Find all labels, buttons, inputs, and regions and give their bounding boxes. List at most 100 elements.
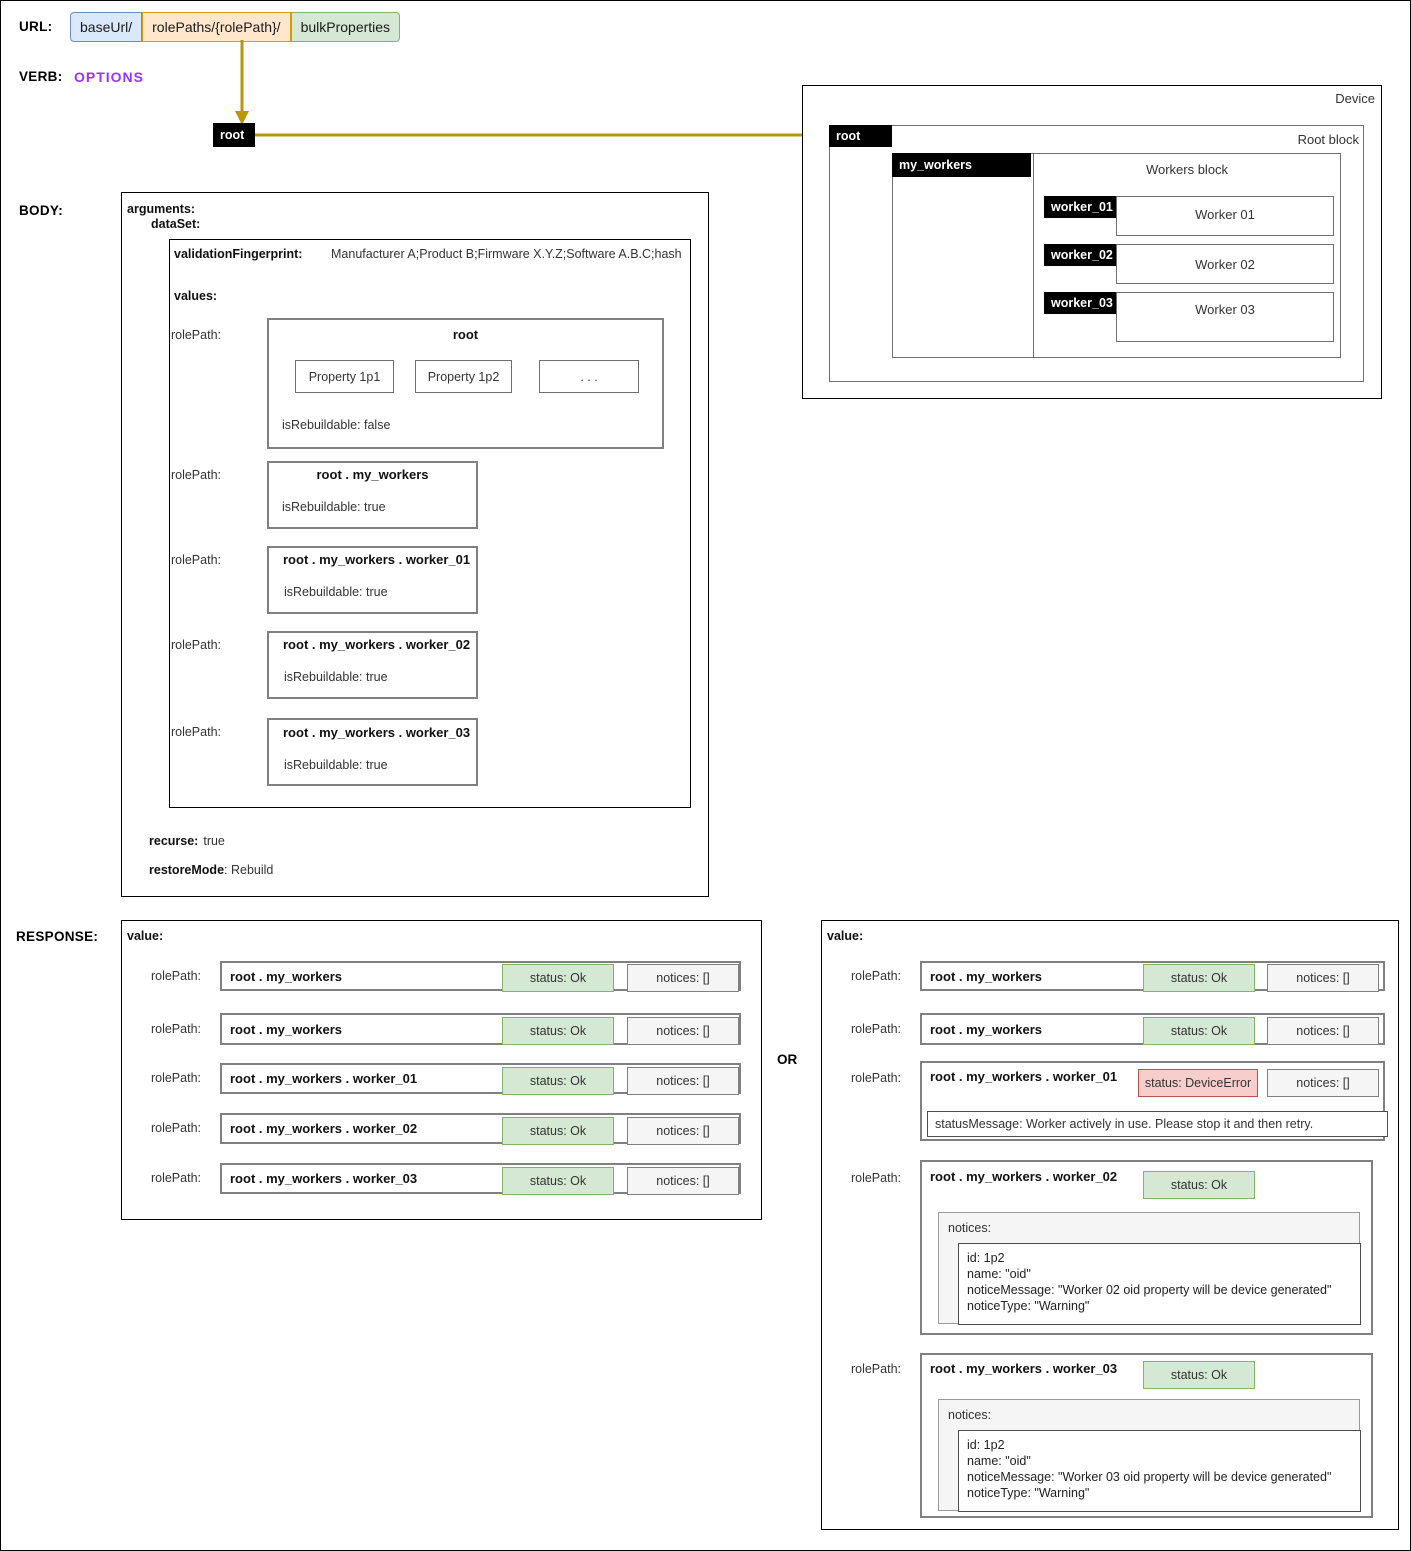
resp-l-rolepath-label-3: rolePath: (150, 1121, 201, 1135)
body-rolepath-label-2: rolePath: (170, 553, 221, 567)
url-segment-bulkproperties[interactable]: bulkProperties (290, 12, 401, 42)
fingerprint-value: Manufacturer A;Product B;Firmware X.Y.Z;… (331, 247, 682, 261)
url-segment-baseurl[interactable]: baseUrl/ (70, 12, 143, 42)
resp-r-rolepath-label-3: rolePath: (850, 1171, 901, 1185)
recurse-key: recurse: (149, 834, 199, 848)
body-entry-2-path: root . my_workers . worker_01 (283, 552, 471, 567)
resp-l-row-3-status: status: Ok (502, 1117, 614, 1145)
response-left-value-label: value: (127, 929, 164, 943)
resp-l-rolepath-label-1: rolePath: (150, 1022, 201, 1036)
source-root-node[interactable]: root (213, 123, 255, 147)
resp-l-row-4-path: root . my_workers . worker_03 (230, 1171, 418, 1186)
resp-l-rolepath-label-2: rolePath: (150, 1071, 201, 1085)
root-block-title: Root block (1297, 132, 1359, 147)
worker-01-tab[interactable]: worker_01 (1044, 196, 1116, 218)
resp-r-rolepath-label-4: rolePath: (850, 1362, 901, 1376)
worker-03-box (1116, 292, 1334, 342)
worker-01-title: Worker 01 (1195, 207, 1255, 222)
resp-r-row-3-path: root . my_workers . worker_02 (930, 1169, 1118, 1184)
recurse-value: true (203, 834, 225, 848)
body-entry-3-rebuildable: isRebuildable: true (284, 670, 388, 684)
worker-03-tab[interactable]: worker_03 (1044, 292, 1116, 314)
resp-r-row-3-notice-body: id: 1p2 name: "oid" noticeMessage: "Work… (958, 1243, 1361, 1325)
url-pill-group: baseUrl/ rolePaths/{rolePath}/ bulkPrope… (70, 12, 401, 42)
body-entry-root-rebuildable: isRebuildable: false (282, 418, 391, 432)
resp-r-row-2-path: root . my_workers . worker_01 (930, 1069, 1118, 1084)
resp-r-row-1-status: status: Ok (1143, 1017, 1255, 1045)
restore-mode-key: restoreMode (149, 863, 225, 877)
arguments-label: arguments: (127, 202, 196, 216)
response-right-value-label: value: (827, 929, 864, 943)
property-ellipsis: . . . (580, 369, 598, 384)
resp-r-row-2-notices: notices: [] (1267, 1069, 1379, 1097)
resp-l-row-3-notices: notices: [] (627, 1117, 739, 1145)
resp-r-row-3: root . my_workers . worker_02 status: Ok… (920, 1160, 1373, 1335)
property-1p1: Property 1p1 (308, 369, 381, 384)
workers-block-tab[interactable]: my_workers (892, 153, 1031, 177)
body-entry-2-rebuildable: isRebuildable: true (284, 585, 388, 599)
resp-r-row-1: root . my_workers status: Ok notices: [] (920, 1013, 1385, 1045)
body-entry-4-path: root . my_workers . worker_03 (283, 725, 471, 740)
recurse-row: recurse: true (149, 834, 225, 848)
resp-r-row-4: root . my_workers . worker_03 status: Ok… (920, 1353, 1373, 1518)
url-label: URL: (19, 19, 53, 34)
resp-r-row-4-notices-label: notices: (948, 1408, 992, 1422)
resp-r-row-3-status: status: Ok (1143, 1171, 1255, 1199)
device-title: Device (1335, 91, 1375, 106)
resp-r-row-3-notices-panel: notices: id: 1p2 name: "oid" noticeMessa… (938, 1212, 1361, 1325)
resp-r-rolepath-label-0: rolePath: (850, 969, 901, 983)
resp-r-rolepath-label-1: rolePath: (850, 1022, 901, 1036)
dataset-label: dataSet: (151, 217, 201, 231)
root-block-tab[interactable]: root (829, 125, 892, 147)
body-entry-1-rebuildable: isRebuildable: true (282, 500, 386, 514)
or-separator: OR (777, 1052, 798, 1067)
body-label: BODY: (19, 203, 63, 218)
worker-02-title: Worker 02 (1195, 257, 1255, 272)
resp-l-row-0: root . my_workers status: Ok notices: [] (220, 961, 741, 992)
resp-r-row-3-notices-label: notices: (948, 1221, 992, 1235)
diagram-canvas: URL: baseUrl/ rolePaths/{rolePath}/ bulk… (0, 0, 1411, 1551)
resp-r-row-1-notices: notices: [] (1267, 1017, 1379, 1045)
body-entry-root-path: root (452, 327, 479, 342)
resp-l-row-1-status: status: Ok (502, 1017, 614, 1045)
resp-l-row-0-notices: notices: [] (627, 964, 739, 992)
resp-r-row-4-status: status: Ok (1143, 1361, 1255, 1389)
fingerprint-key: validationFingerprint: (174, 247, 303, 261)
workers-block-title: Workers block (1145, 162, 1229, 177)
resp-r-row-2-status-message: statusMessage: Worker actively in use. P… (927, 1111, 1388, 1137)
verb-value: OPTIONS (74, 69, 145, 85)
resp-l-row-0-path: root . my_workers (230, 969, 342, 984)
resp-r-row-0-notices: notices: [] (1267, 964, 1379, 992)
values-label: values: (174, 289, 218, 303)
resp-r-row-0-path: root . my_workers (930, 969, 1042, 984)
resp-l-row-0-status: status: Ok (502, 964, 614, 992)
resp-l-row-1-notices: notices: [] (627, 1017, 739, 1045)
resp-l-rolepath-label-0: rolePath: (150, 969, 201, 983)
resp-l-row-2-path: root . my_workers . worker_01 (230, 1071, 418, 1086)
restore-mode-row: restoreMode : Rebuild (149, 863, 273, 877)
resp-r-row-4-notices-panel: notices: id: 1p2 name: "oid" noticeMessa… (938, 1399, 1361, 1512)
resp-l-row-2: root . my_workers . worker_01 status: Ok… (220, 1063, 741, 1095)
worker-02-tab[interactable]: worker_02 (1044, 244, 1116, 266)
response-label: RESPONSE: (16, 929, 99, 944)
body-rolepath-label-3: rolePath: (170, 638, 221, 652)
resp-l-row-4: root . my_workers . worker_03 status: Ok… (220, 1163, 741, 1195)
body-rolepath-label-4: rolePath: (170, 725, 221, 739)
resp-r-row-2-status: status: DeviceError (1138, 1069, 1258, 1097)
resp-l-row-2-status: status: Ok (502, 1067, 614, 1095)
resp-l-row-4-notices: notices: [] (627, 1167, 739, 1195)
resp-l-row-1: root . my_workers status: Ok notices: [] (220, 1013, 741, 1045)
url-segment-rolepaths[interactable]: rolePaths/{rolePath}/ (142, 12, 291, 42)
resp-l-row-3: root . my_workers . worker_02 status: Ok… (220, 1113, 741, 1145)
resp-r-row-1-path: root . my_workers (930, 1022, 1042, 1037)
resp-l-row-2-notices: notices: [] (627, 1067, 739, 1095)
resp-l-row-1-path: root . my_workers (230, 1022, 342, 1037)
restore-mode-value: : Rebuild (224, 863, 274, 877)
body-entry-4-rebuildable: isRebuildable: true (284, 758, 388, 772)
worker-03-title: Worker 03 (1195, 302, 1255, 317)
body-entry-3-path: root . my_workers . worker_02 (283, 637, 471, 652)
body-entry-1-path: root . my_workers (316, 467, 429, 482)
resp-r-row-4-path: root . my_workers . worker_03 (930, 1361, 1118, 1376)
resp-r-row-0-status: status: Ok (1143, 964, 1255, 992)
body-rolepath-label-root: rolePath: (170, 328, 221, 342)
